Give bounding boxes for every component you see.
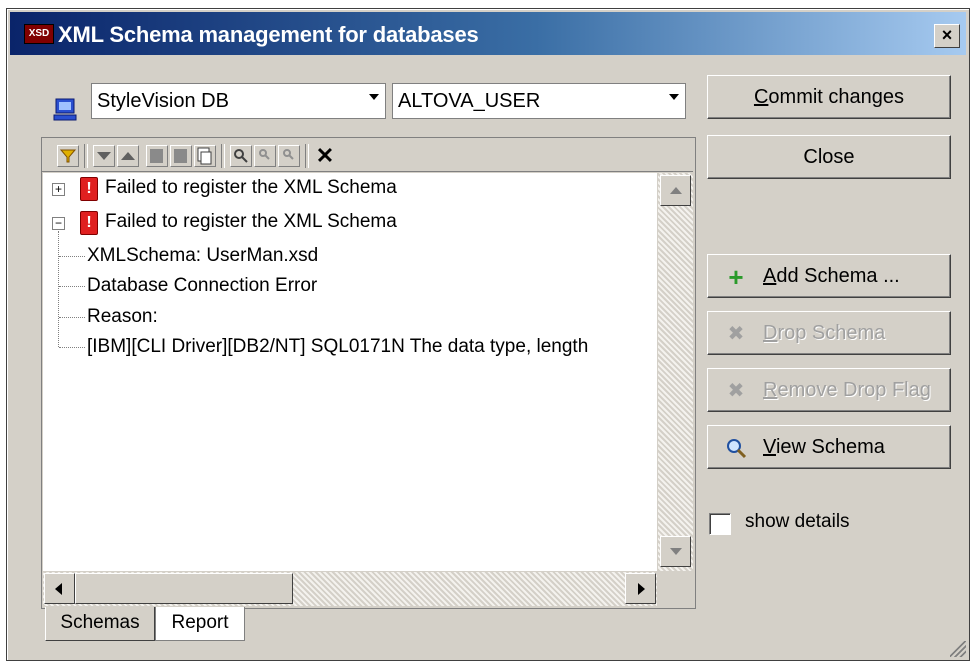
toolbar-separator [221, 144, 225, 168]
view-schema-button[interactable]: View Schema [707, 425, 951, 469]
vertical-scrollbar[interactable] [658, 173, 693, 571]
tree-detail-item[interactable]: Database Connection Error [87, 271, 317, 301]
xsd-app-icon: XSD [24, 24, 54, 44]
tab-schemas[interactable]: Schemas [45, 607, 155, 641]
find-next-icon[interactable] [254, 145, 276, 167]
remove-flag-icon: ✖ [727, 380, 745, 402]
tree-detail-item[interactable]: Reason: [87, 302, 158, 332]
user-select[interactable]: ALTOVA_USER [392, 83, 686, 119]
add-icon: + [728, 262, 744, 292]
scrollbar-corner [658, 572, 693, 606]
tree-connector [59, 347, 85, 348]
toolbar-separator [305, 144, 309, 168]
tree-node-label[interactable]: Failed to register the XML Schema [105, 173, 397, 203]
title-bar[interactable]: XSD XML Schema management for databases … [10, 12, 966, 55]
remove-drop-flag-button[interactable]: ✖ Remove Drop Flag [707, 368, 951, 412]
close-button[interactable]: Close [707, 135, 951, 179]
tree-detail-item[interactable]: XMLSchema: UserMan.xsd [87, 241, 318, 271]
show-details-label[interactable]: show details [745, 508, 850, 536]
tree-node-label[interactable]: Failed to register the XML Schema [105, 207, 397, 237]
magnifier-icon [725, 437, 747, 459]
database-select[interactable]: StyleVision DB [91, 83, 386, 119]
move-down-icon[interactable] [93, 145, 115, 167]
tree-connector [58, 231, 59, 347]
expand-node-icon[interactable]: + [52, 183, 65, 196]
collapse-icon[interactable] [146, 145, 168, 167]
drop-schema-label: Drop Schema [763, 322, 886, 344]
schema-management-dialog: XSD XML Schema management for databases … [6, 8, 970, 661]
drop-icon: ✖ [727, 323, 745, 345]
resize-grip-icon[interactable] [950, 641, 966, 657]
tree-connector [59, 256, 85, 257]
chevron-down-icon[interactable] [669, 94, 679, 100]
filter-icon[interactable] [57, 145, 79, 167]
horizontal-scrollbar[interactable] [43, 572, 657, 606]
tab-report[interactable]: Report [155, 607, 245, 641]
drop-schema-button[interactable]: ✖ Drop Schema [707, 311, 951, 355]
scroll-right-button[interactable] [625, 573, 656, 604]
scroll-thumb[interactable] [75, 573, 293, 604]
database-connection-icon [53, 98, 77, 121]
scroll-left-button[interactable] [44, 573, 75, 604]
close-window-button[interactable]: × [934, 24, 960, 48]
copy-icon[interactable] [194, 145, 216, 167]
collapse-node-icon[interactable]: − [52, 217, 65, 230]
add-schema-label: Add Schema ... [763, 265, 900, 287]
expand-icon[interactable] [170, 145, 192, 167]
find-previous-icon[interactable] [278, 145, 300, 167]
error-icon: ! [80, 211, 98, 235]
window-title: XML Schema management for databases [58, 22, 479, 47]
commit-label: ommit changes [768, 86, 905, 108]
show-details-checkbox[interactable] [709, 513, 731, 535]
toolbar-separator [84, 144, 88, 168]
chevron-down-icon[interactable] [369, 94, 379, 100]
view-schema-label: View Schema [763, 436, 885, 458]
find-icon[interactable] [230, 145, 252, 167]
tree-connector [59, 317, 85, 318]
error-icon: ! [80, 177, 98, 201]
commit-changes-button[interactable]: Commit changes [707, 75, 951, 119]
schemas-panel: ✕ + ! Failed to register the XML Schema … [41, 137, 696, 609]
move-up-icon[interactable] [117, 145, 139, 167]
report-toolbar: ✕ [42, 138, 693, 172]
clear-icon[interactable]: ✕ [314, 145, 336, 167]
add-schema-button[interactable]: + Add Schema ... [707, 254, 951, 298]
commit-mnemonic: C [753, 86, 769, 108]
remove-drop-flag-label: Remove Drop Flag [763, 379, 931, 401]
database-value: StyleVision DB [97, 90, 229, 112]
tree-detail-item[interactable]: [IBM][CLI Driver][DB2/NT] SQL0171N The d… [87, 332, 588, 362]
scroll-up-button[interactable] [660, 175, 691, 206]
scroll-down-button[interactable] [660, 536, 691, 567]
user-value: ALTOVA_USER [398, 90, 541, 112]
tree-connector [59, 286, 85, 287]
report-tree: + ! Failed to register the XML Schema − … [43, 173, 657, 571]
